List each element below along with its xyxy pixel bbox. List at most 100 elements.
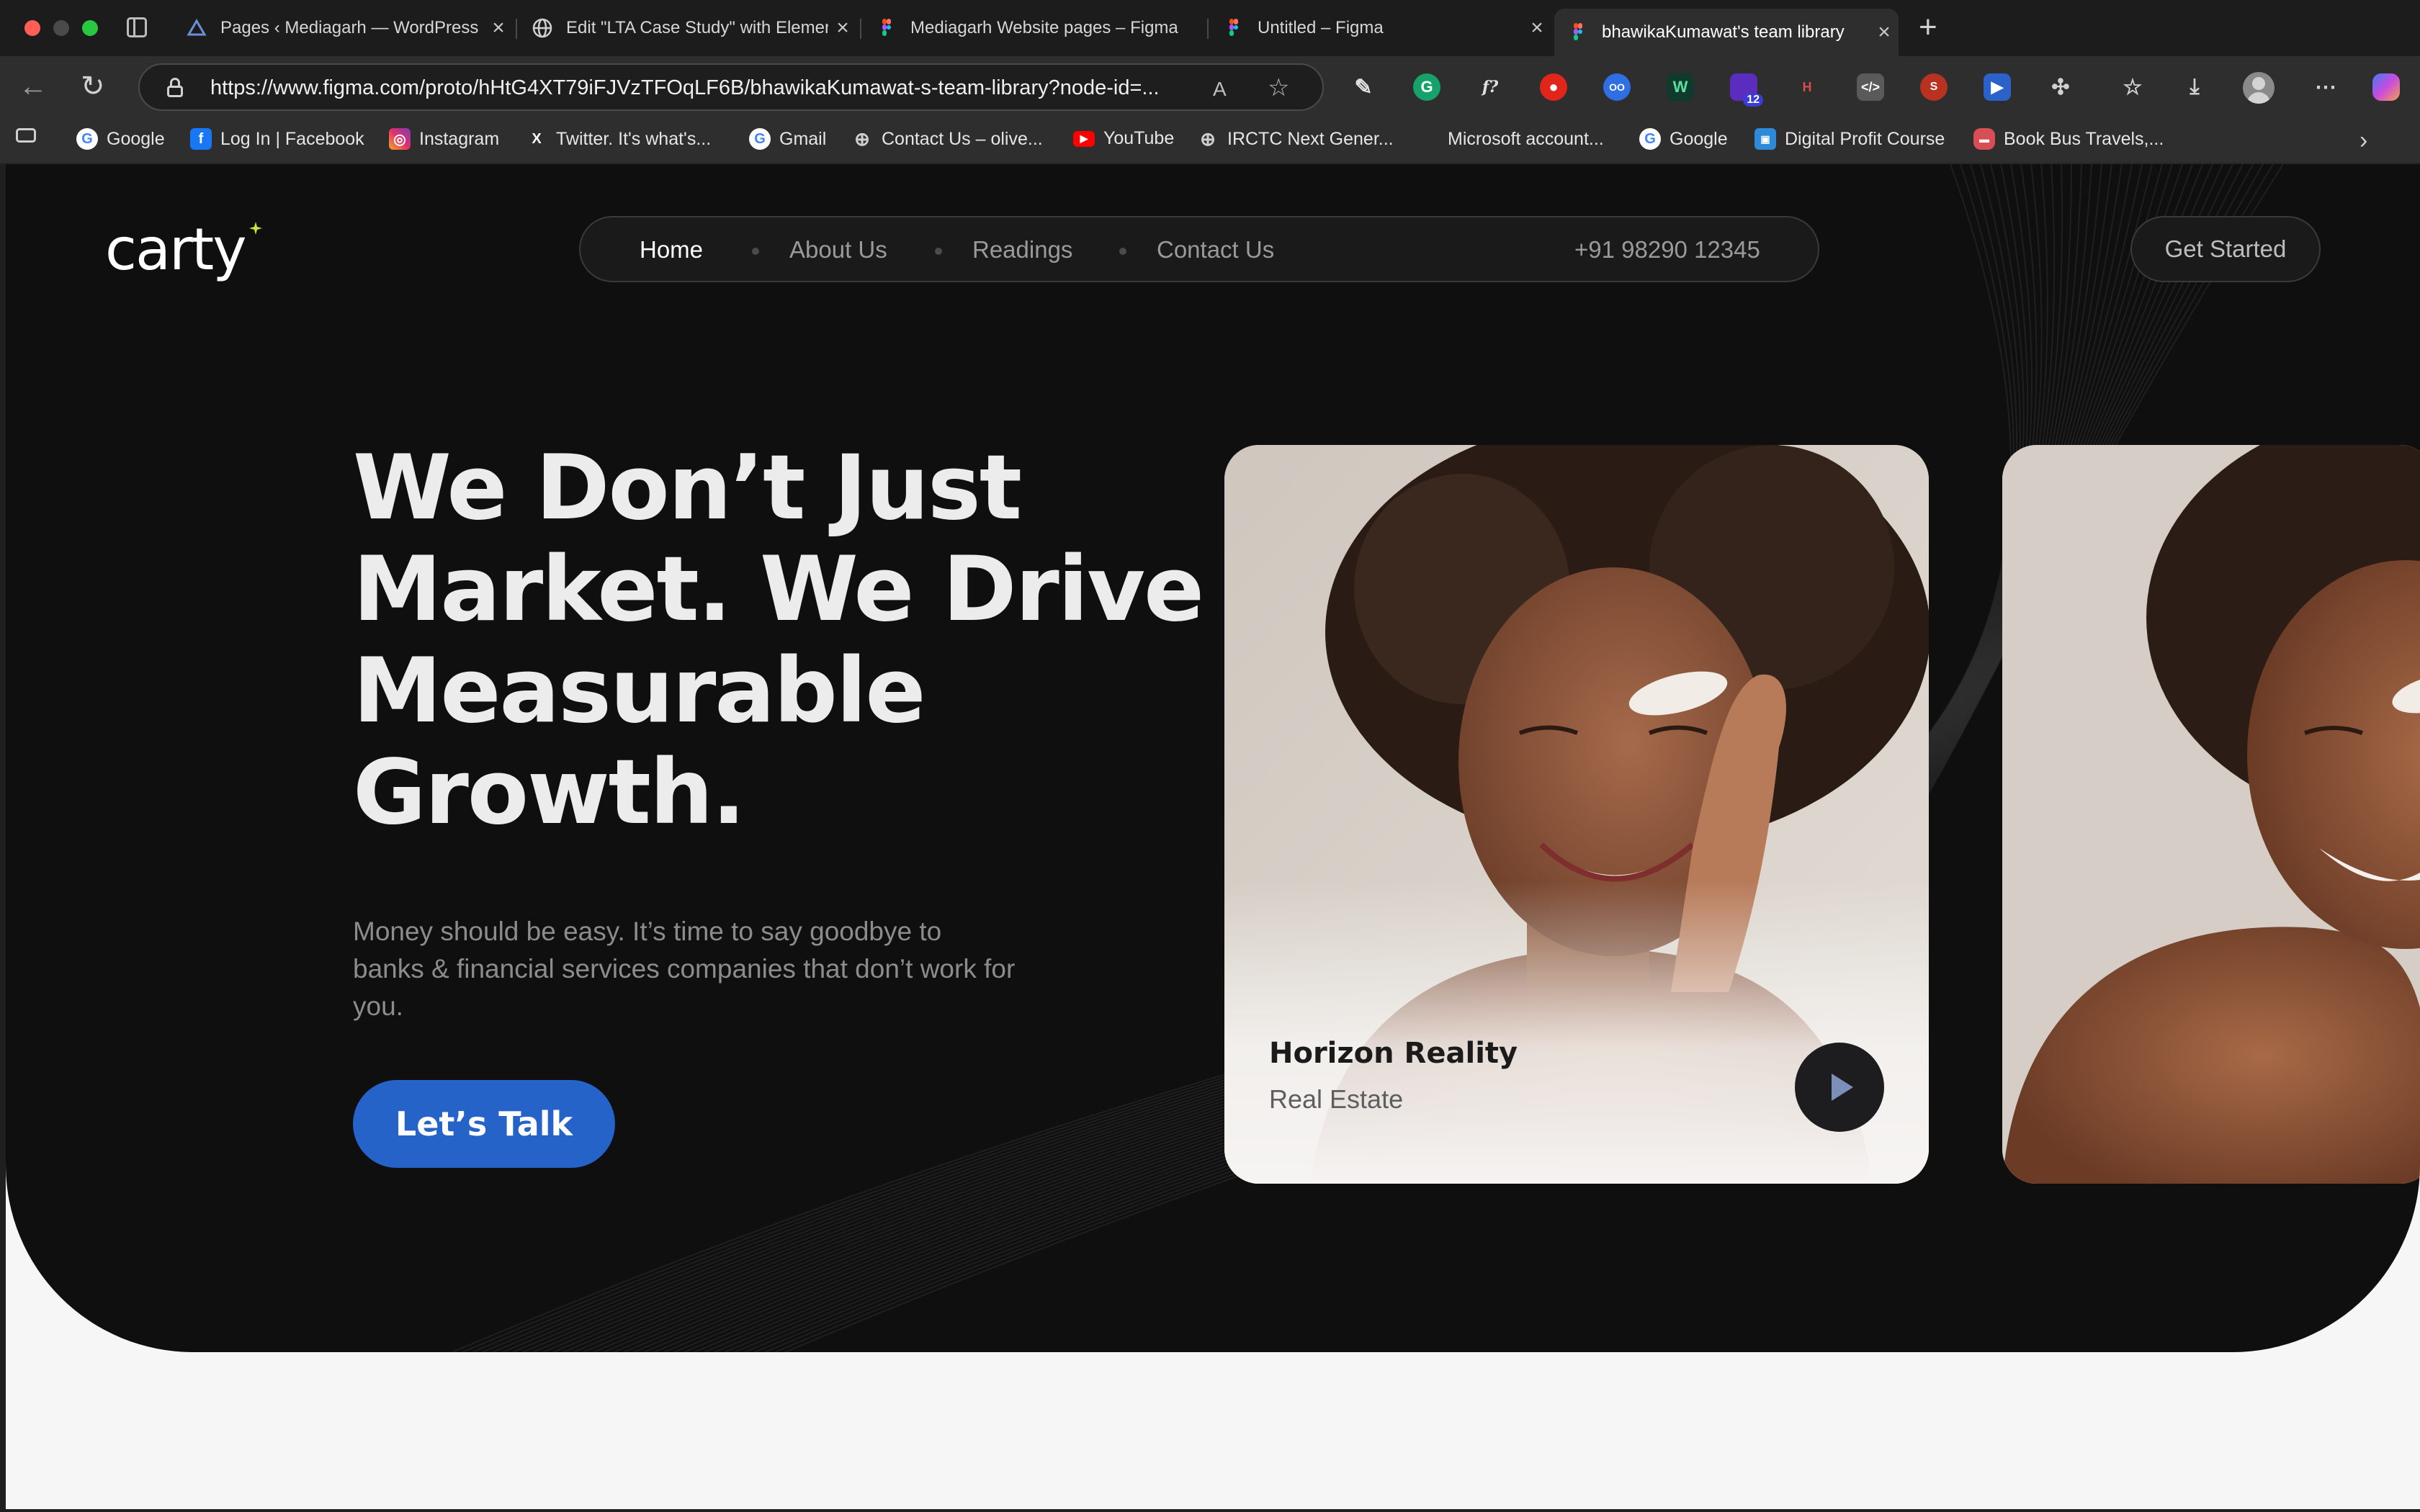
bookmark-twitter[interactable]: X Twitter. It's what's... [526, 128, 711, 150]
globe-icon: ⊕ [854, 127, 870, 150]
seo-extension-icon[interactable]: S [1920, 73, 1948, 101]
carty-logo[interactable]: carty [105, 216, 247, 283]
back-arrow-icon[interactable]: ← [19, 69, 48, 104]
headline-line: We Don’t Just [353, 436, 1022, 540]
grammarly-extension-icon[interactable]: G [1413, 73, 1440, 101]
hero-section: carty Home About Us Readings Contact Us … [6, 164, 2420, 1352]
bookmark-label: Digital Profit Course [1785, 128, 1945, 149]
get-started-button[interactable]: Get Started [2130, 216, 2321, 282]
extension-with-badge-icon[interactable]: 12 [1730, 73, 1763, 107]
tab-close-icon[interactable]: × [1870, 20, 1899, 45]
bookmark-digital-profit[interactable]: ▣ Digital Profit Course [1754, 128, 1945, 150]
nav-separator-dot [935, 248, 942, 255]
nav-readings[interactable]: Readings [972, 236, 1072, 264]
bookmark-label: IRCTC Next Gener... [1227, 128, 1394, 149]
tab-close-icon[interactable]: × [484, 16, 513, 40]
lock-icon[interactable] [167, 78, 183, 97]
youtube-icon: ▶ [1073, 130, 1095, 147]
tab-mediagarh-figma[interactable]: Mediagarh Website pages – Figma [863, 9, 1204, 48]
bookmark-label: Google [107, 128, 165, 149]
screen-extension-icon[interactable]: ▶ [1984, 73, 2011, 101]
phone-number[interactable]: +91 98290 12345 [1574, 236, 1760, 264]
prototype-viewport: carty Home About Us Readings Contact Us … [6, 164, 2420, 1509]
url-text[interactable]: https://www.figma.com/proto/hHtG4XT79iFJ… [210, 76, 1204, 100]
address-bar[interactable]: https://www.figma.com/proto/hHtG4XT79iFJ… [138, 63, 1324, 111]
nav-separator-dot [752, 248, 759, 255]
tab-label: Mediagarh Website pages – Figma [910, 18, 1178, 37]
tab-untitled-figma[interactable]: Untitled – Figma × [1210, 9, 1551, 48]
case-study-card-next[interactable] [2002, 445, 2420, 1184]
tab-label: Edit "LTA Case Study" with Elementor [566, 18, 828, 37]
card-fade-overlay [1224, 881, 1929, 1184]
bookmark-label: Log In | Facebook [220, 128, 364, 149]
tab-search-icon[interactable] [16, 128, 45, 143]
browser-tab-strip: Pages ‹ Mediagarh — WordPress × Edit "LT… [0, 0, 2420, 56]
bookmark-gmail[interactable]: G Gmail [749, 128, 826, 150]
font-finder-extension-icon[interactable]: f? [1476, 73, 1504, 101]
window-close-button[interactable] [24, 20, 40, 36]
browser-toolbar: ← ↻ https://www.figma.com/proto/hHtG4XT7… [0, 56, 2420, 118]
facebook-icon: f [190, 128, 212, 150]
logo-spark-icon [249, 222, 262, 235]
tab-team-library[interactable]: bhawikaKumawat's team library × [1554, 9, 1899, 56]
window-minimize-button[interactable] [53, 20, 69, 36]
card-title: Horizon Reality [1269, 1037, 1518, 1070]
tab-elementor-edit[interactable]: Edit "LTA Case Study" with Elementor × [519, 9, 857, 48]
x-icon: X [532, 130, 542, 147]
bookmark-contact-olive[interactable]: ⊕ Contact Us – olive... [851, 128, 1043, 150]
new-tab-button[interactable]: + [1919, 10, 1937, 45]
download-icon[interactable]: ⤓ [2181, 73, 2208, 101]
google-icon: G [76, 128, 98, 150]
chevron-right-icon[interactable]: › [2360, 127, 2367, 155]
window-zoom-button[interactable] [82, 20, 98, 36]
case-study-card[interactable]: Horizon Reality Real Estate [1224, 445, 1929, 1184]
nav-separator-dot [1119, 248, 1126, 255]
whatfont-extension-icon[interactable]: W [1667, 73, 1694, 101]
main-nav: Home About Us Readings Contact Us +91 98… [579, 216, 1819, 282]
headline-line: Measurable [353, 639, 926, 743]
nav-home[interactable]: Home [640, 236, 703, 264]
bookmark-youtube[interactable]: ▶ YouTube [1073, 128, 1174, 149]
figma-icon [876, 17, 897, 39]
lets-talk-button[interactable]: Let’s Talk [353, 1080, 615, 1168]
tab-close-icon[interactable]: × [828, 16, 857, 40]
favorite-star-icon[interactable]: ☆ [1268, 73, 1289, 102]
bookmark-microsoft[interactable]: Microsoft account... [1417, 128, 1604, 150]
heading-extension-icon[interactable]: H [1793, 73, 1821, 101]
sidebar-toggle-icon[interactable] [127, 17, 147, 37]
bookmark-facebook[interactable]: f Log In | Facebook [190, 128, 364, 150]
css-peeper-extension-icon[interactable]: OO [1603, 73, 1631, 101]
read-aloud-icon[interactable]: A [1213, 78, 1227, 101]
bookmark-label: Microsoft account... [1448, 128, 1604, 149]
eyedropper-extension-icon[interactable]: ✎ [1350, 73, 1377, 101]
adblock-extension-icon[interactable]: ● [1540, 73, 1567, 101]
bookmark-irctc[interactable]: ⊕ IRCTC Next Gener... [1197, 128, 1394, 150]
profile-avatar-icon[interactable] [2243, 72, 2275, 104]
tab-wordpress-pages[interactable]: Pages ‹ Mediagarh — WordPress × [173, 9, 513, 48]
code-view-extension-icon[interactable]: </> [1857, 73, 1884, 101]
nav-about-us[interactable]: About Us [789, 236, 887, 264]
bookmark-google-2[interactable]: G Google [1639, 128, 1728, 150]
play-video-button[interactable] [1795, 1043, 1884, 1132]
extension-badge: 12 [1743, 94, 1763, 107]
favorites-icon[interactable]: ☆ [2119, 73, 2146, 101]
bookmark-label: Instagram [419, 128, 500, 149]
bookmark-google[interactable]: G Google [76, 128, 165, 150]
google-icon: G [1639, 128, 1661, 150]
bookmark-instagram[interactable]: ◎ Instagram [389, 128, 499, 150]
reload-icon[interactable]: ↻ [81, 69, 105, 104]
bookmark-label: Google [1670, 128, 1728, 149]
extensions-puzzle-icon[interactable]: ✣ [2047, 73, 2074, 101]
tab-close-icon[interactable]: × [1523, 16, 1551, 40]
hero-subtext: Money should be easy. It’s time to say g… [353, 917, 1016, 1021]
copilot-icon[interactable] [2372, 73, 2400, 101]
tab-label: Pages ‹ Mediagarh — WordPress [220, 18, 479, 37]
more-menu-icon[interactable]: ⋯ [2312, 73, 2339, 101]
bookmark-bus-travels[interactable]: ▬ Book Bus Travels,... [1973, 128, 2164, 150]
figma-icon [1223, 17, 1245, 39]
globe-icon: ⊕ [1200, 127, 1216, 150]
woman-portrait-photo [2002, 445, 2420, 1184]
play-icon [1832, 1074, 1853, 1101]
nav-contact-us[interactable]: Contact Us [1157, 236, 1274, 264]
tab-label: bhawikaKumawat's team library [1602, 22, 1845, 42]
